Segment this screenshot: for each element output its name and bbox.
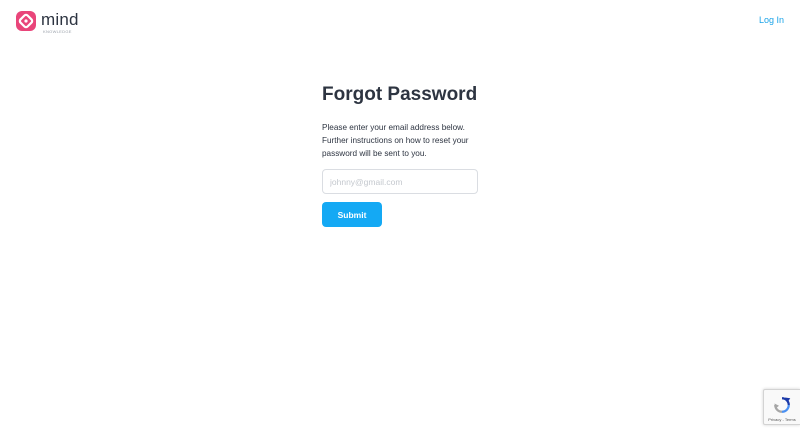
login-link[interactable]: Log In <box>759 15 784 25</box>
mind-logo-icon <box>16 11 36 31</box>
recaptcha-icon <box>774 397 791 413</box>
submit-button[interactable]: Submit <box>322 202 382 227</box>
forgot-password-form: Forgot Password Please enter your email … <box>322 82 482 227</box>
logo-subtext: KNOWLEDGE <box>43 29 72 34</box>
recaptcha-links[interactable]: Privacy - Terms <box>768 417 795 422</box>
email-field[interactable] <box>322 169 478 194</box>
logo[interactable]: mind KNOWLEDGE <box>16 11 79 34</box>
logo-wordmark: mind <box>41 10 79 29</box>
recaptcha-badge[interactable]: Privacy - Terms <box>763 389 800 425</box>
page-title: Forgot Password <box>322 84 478 105</box>
instructions-text: Please enter your email address below. F… <box>322 123 469 158</box>
